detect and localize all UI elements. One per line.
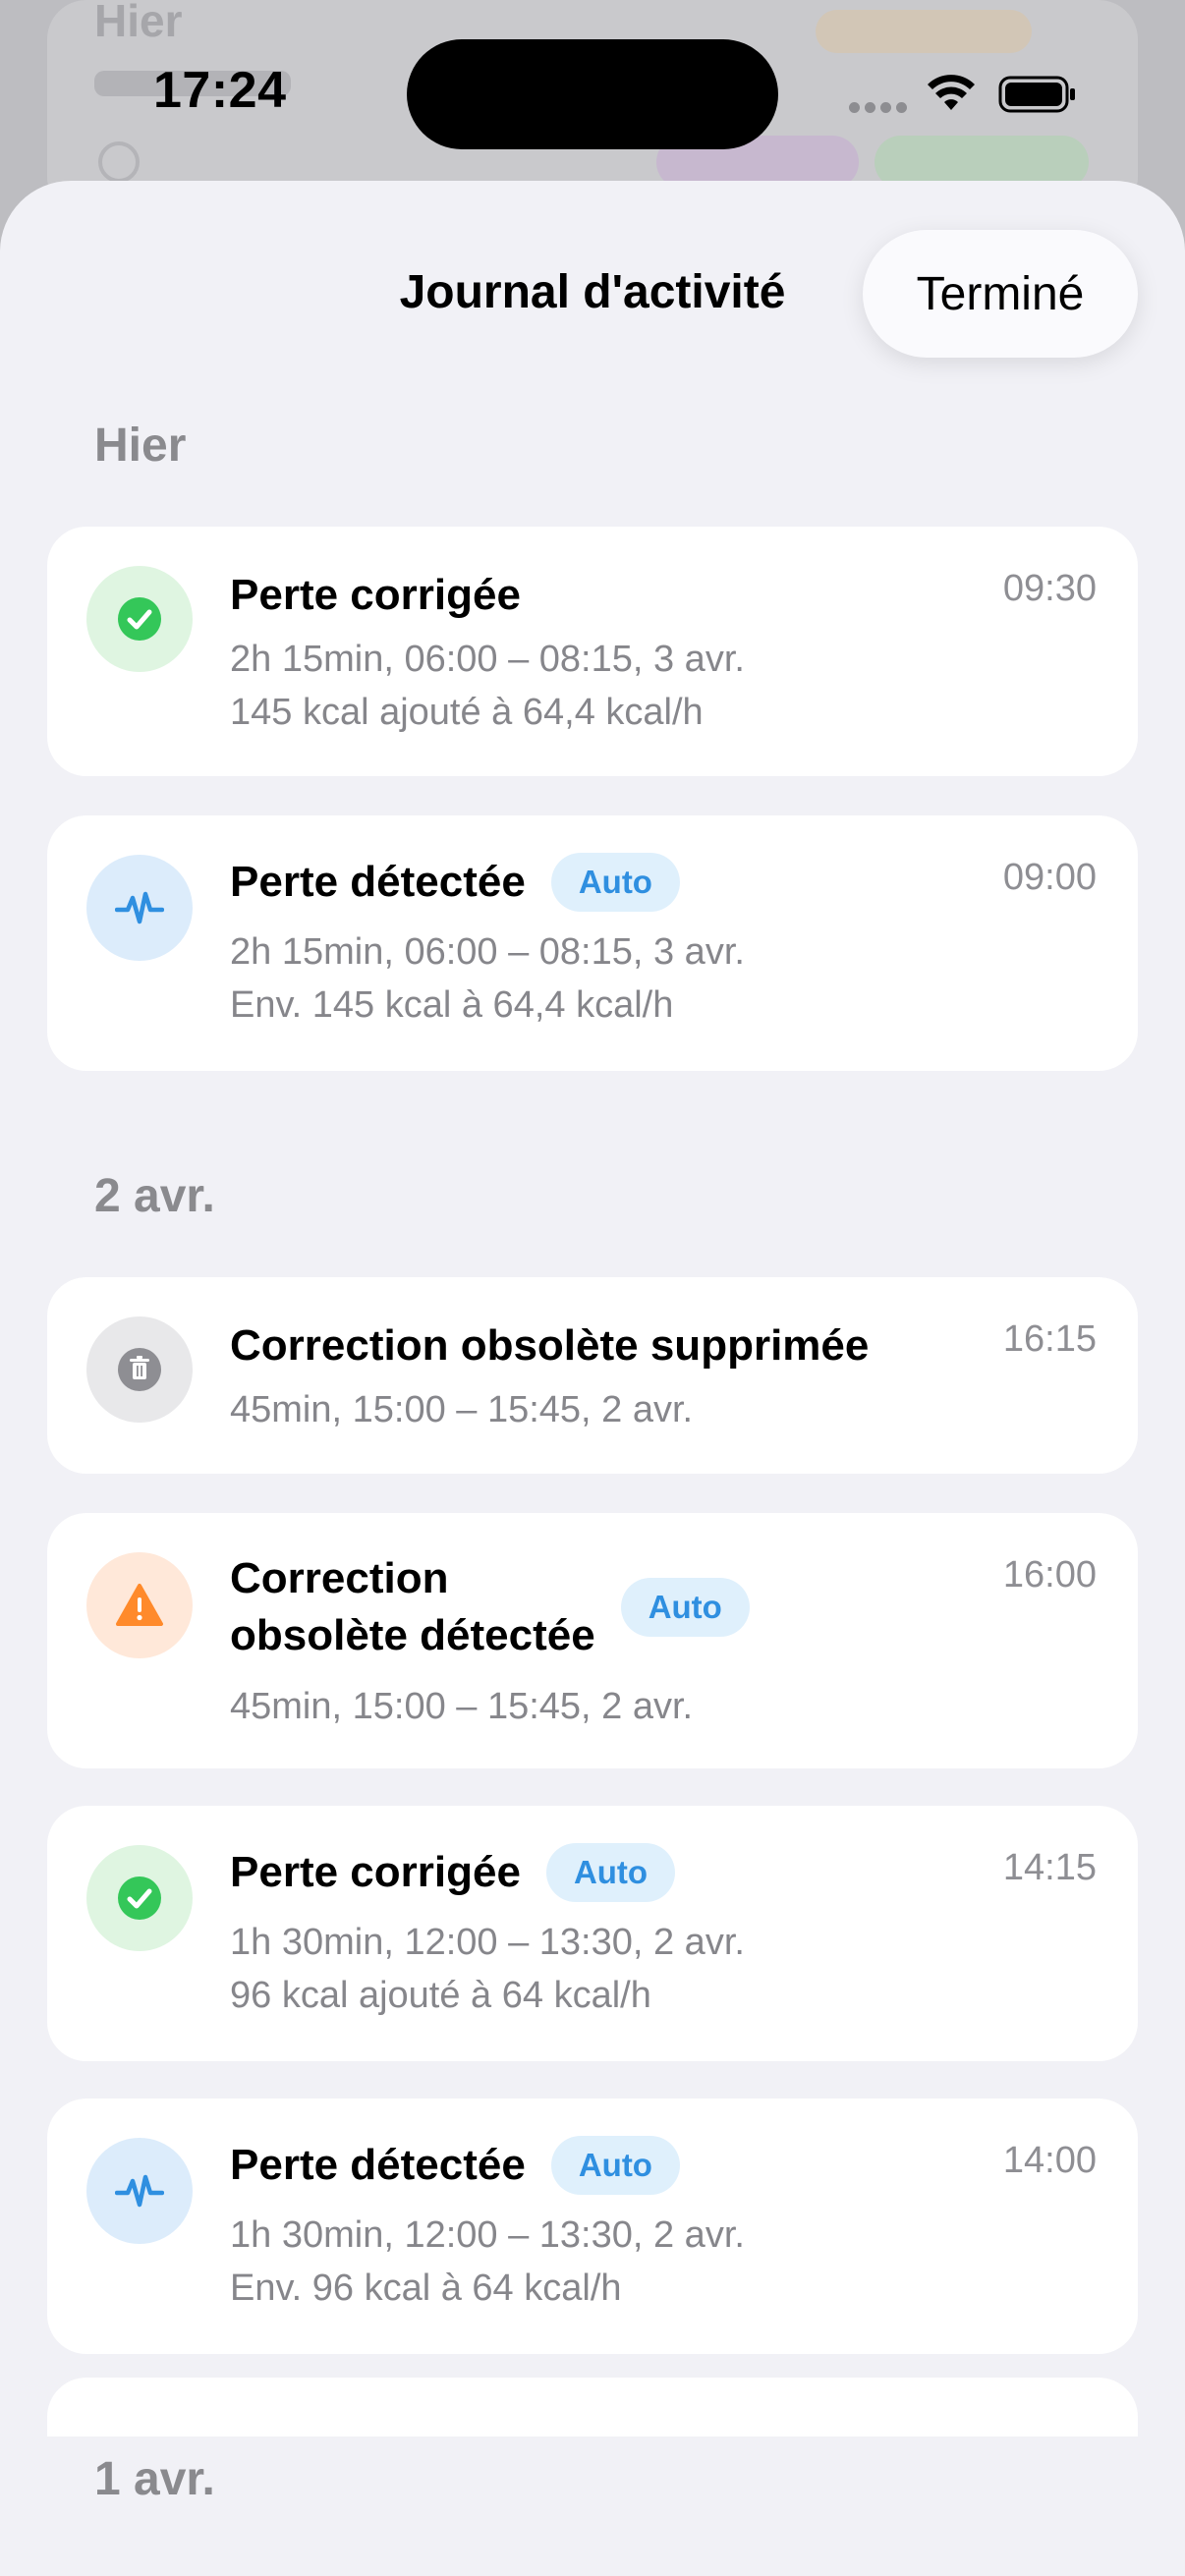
checkmark-icon bbox=[86, 566, 193, 672]
log-entry[interactable]: Perte corrigée 09:30 2h 15min, 06:00 – 0… bbox=[47, 527, 1138, 776]
entry-time: 14:00 bbox=[1002, 2140, 1097, 2181]
entry-duration: 1h 30min, 12:00 – 13:30, 2 avr. bbox=[230, 1922, 745, 1963]
section-header-hier: Hier bbox=[94, 420, 187, 472]
auto-badge: Auto bbox=[545, 1843, 676, 1902]
heartbeat-icon bbox=[86, 855, 193, 961]
log-entry-partial[interactable] bbox=[47, 2378, 1138, 2436]
entry-detail: Env. 145 kcal à 64,4 kcal/h bbox=[230, 984, 674, 1026]
section-header-1-avr: 1 avr. bbox=[94, 2453, 215, 2505]
heartbeat-icon bbox=[86, 2138, 193, 2244]
entry-time: 09:30 bbox=[1002, 568, 1097, 609]
entry-title: Correction obsolète supprimée bbox=[230, 1321, 870, 1370]
auto-badge: Auto bbox=[620, 1578, 750, 1637]
entry-time: 16:00 bbox=[1002, 1554, 1097, 1596]
entry-title-line: obsolète détectée bbox=[230, 1611, 595, 1659]
entry-time: 16:15 bbox=[1002, 1318, 1097, 1360]
warning-icon bbox=[86, 1552, 193, 1658]
log-entry[interactable]: Perte corrigée Auto 14:15 1h 30min, 12:00… bbox=[47, 1806, 1138, 2061]
entry-title: Perte détectée Auto bbox=[230, 2136, 680, 2195]
trash-icon bbox=[86, 1316, 193, 1423]
auto-badge: Auto bbox=[550, 2136, 680, 2195]
entry-detail: 96 kcal ajouté à 64 kcal/h bbox=[230, 1975, 651, 2016]
cellular-signal-icon bbox=[849, 102, 908, 116]
entry-title: Perte détectée Auto bbox=[230, 853, 680, 912]
done-button[interactable]: Terminé bbox=[863, 230, 1138, 358]
entry-title-line: Correction bbox=[230, 1554, 449, 1602]
status-bar-time: 17:24 bbox=[153, 62, 287, 119]
background-title: Hier bbox=[94, 0, 183, 46]
entry-title: Correction obsolète détectée Auto bbox=[230, 1550, 750, 1664]
background-kcal-badge bbox=[816, 10, 1032, 53]
log-entry[interactable]: Correction obsolète supprimée 16:15 45mi… bbox=[47, 1277, 1138, 1474]
background-radio bbox=[98, 141, 140, 183]
entry-title: Perte corrigée bbox=[230, 571, 521, 619]
log-entry[interactable]: Perte détectée Auto 09:00 2h 15min, 06:00… bbox=[47, 815, 1138, 1071]
entry-title: Perte corrigée Auto bbox=[230, 1843, 676, 1902]
entry-duration: 2h 15min, 06:00 – 08:15, 3 avr. bbox=[230, 931, 745, 973]
section-header-2-avr: 2 avr. bbox=[94, 1170, 215, 1222]
dynamic-island bbox=[407, 39, 778, 149]
entry-duration: 45min, 15:00 – 15:45, 2 avr. bbox=[230, 1686, 694, 1727]
auto-badge: Auto bbox=[550, 853, 680, 912]
entry-duration: 2h 15min, 06:00 – 08:15, 3 avr. bbox=[230, 639, 745, 680]
log-entry[interactable]: Perte détectée Auto 14:00 1h 30min, 12:00… bbox=[47, 2099, 1138, 2354]
checkmark-icon bbox=[86, 1845, 193, 1951]
entry-detail: 145 kcal ajouté à 64,4 kcal/h bbox=[230, 692, 704, 733]
entry-duration: 45min, 15:00 – 15:45, 2 avr. bbox=[230, 1389, 694, 1430]
activity-log-sheet: Journal d'activité Terminé Hier Perte co… bbox=[0, 181, 1185, 2576]
entry-time: 14:15 bbox=[1002, 1847, 1097, 1888]
wifi-icon bbox=[928, 75, 975, 110]
log-entry[interactable]: Correction obsolète détectée Auto 16:00 4… bbox=[47, 1513, 1138, 1768]
entry-time: 09:00 bbox=[1002, 857, 1097, 898]
battery-icon bbox=[998, 76, 1075, 113]
screen: Hier 17:24 Journal d'activité Terminé Hi… bbox=[0, 0, 1185, 2576]
entry-detail: Env. 96 kcal à 64 kcal/h bbox=[230, 2268, 622, 2309]
entry-duration: 1h 30min, 12:00 – 13:30, 2 avr. bbox=[230, 2214, 745, 2256]
